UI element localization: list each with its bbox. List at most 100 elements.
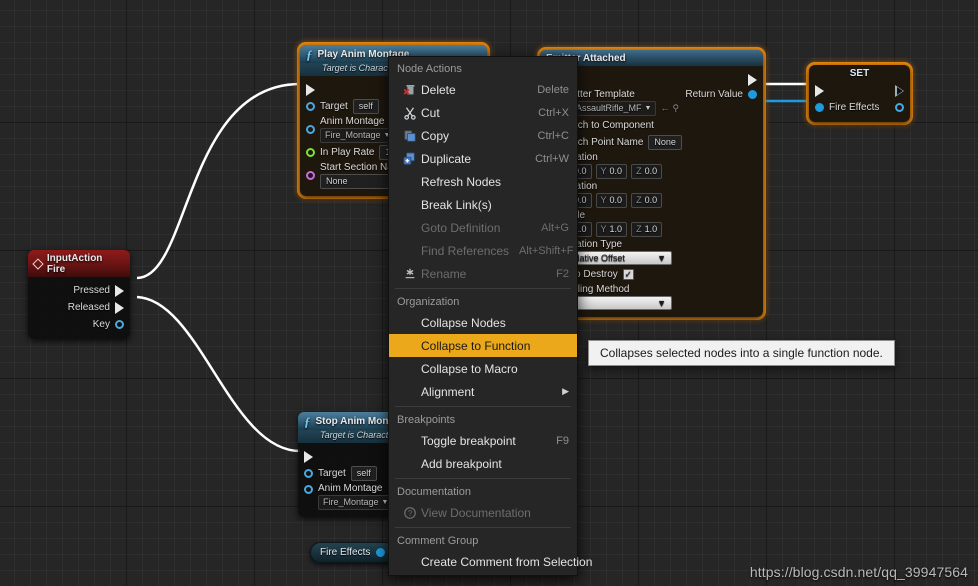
target-value[interactable]: self — [352, 99, 379, 114]
menu-item-alignment[interactable]: Alignment ▶ — [389, 380, 577, 403]
menu-item-find-references: Find References Alt+Shift+F — [389, 239, 577, 262]
menu-item-collapse-to-function[interactable]: Collapse to Function — [389, 334, 577, 357]
menu-item-label: Add breakpoint — [421, 456, 502, 471]
menu-section-heading: Comment Group — [397, 535, 479, 547]
float-pin-icon[interactable] — [306, 148, 315, 157]
pin-label: Released — [67, 302, 110, 313]
delete-icon — [403, 83, 421, 97]
menu-item-create-comment-from-selection[interactable]: Create Comment from Selection — [389, 550, 592, 573]
location-y[interactable]: Y 0.0 — [595, 164, 628, 179]
location-z[interactable]: Z 0.0 — [631, 164, 663, 179]
node-fire-effects-variable[interactable]: Fire Effects — [310, 542, 396, 563]
object-pin-icon[interactable] — [306, 102, 315, 111]
menu-item-shortcut: Ctrl+W — [535, 152, 569, 165]
menu-item-collapse-to-macro[interactable]: Collapse to Macro — [389, 357, 577, 380]
menu-item-delete[interactable]: Delete Delete — [389, 78, 577, 101]
menu-item-collapse-nodes[interactable]: Collapse Nodes — [389, 311, 577, 334]
exec-pin-in-icon[interactable] — [815, 84, 824, 97]
rotation-y[interactable]: Y 0.0 — [595, 193, 628, 208]
object-pin-icon[interactable] — [376, 548, 386, 557]
object-pin-out-icon[interactable] — [895, 103, 904, 112]
browse-icons[interactable]: ← ⚲ — [660, 103, 679, 114]
menu-item-shortcut: Alt+Shift+F — [519, 244, 574, 257]
pin-row-key[interactable]: Key — [28, 316, 130, 333]
menu-item-label: Collapse to Function — [421, 338, 531, 353]
pin-label: Target — [318, 468, 346, 479]
pin-row-pressed[interactable]: Pressed — [28, 282, 130, 299]
duplicate-icon — [403, 151, 421, 166]
menu-item-shortcut: Alt+G — [541, 221, 569, 234]
object-pin-icon[interactable] — [748, 90, 757, 99]
blueprint-graph-canvas[interactable]: InputAction Fire Pressed Released Key ƒ … — [0, 0, 978, 586]
menu-item-break-link-s[interactable]: Break Link(s) — [389, 193, 577, 216]
rename-icon — [403, 267, 421, 281]
menu-section-heading: Organization — [397, 296, 460, 308]
axis-value: 0.0 — [644, 166, 658, 176]
node-input-action-fire[interactable]: InputAction Fire Pressed Released Key — [28, 250, 130, 339]
scale-y[interactable]: Y 1.0 — [595, 222, 628, 237]
object-pin-icon[interactable] — [304, 485, 313, 494]
menu-item-label: Toggle breakpoint — [421, 433, 516, 448]
menu-item-label: Goto Definition — [421, 220, 501, 235]
menu-item-label: Duplicate — [421, 151, 472, 166]
exec-pin-out-icon[interactable] — [895, 84, 904, 97]
pin-label: Fire Effects — [829, 102, 880, 113]
menu-item-label: Collapse to Macro — [421, 361, 518, 376]
tooltip: Collapses selected nodes into a single f… — [588, 340, 895, 366]
menu-item-shortcut: F2 — [556, 267, 569, 280]
pin-row-fire-effects[interactable]: Fire Effects — [809, 99, 910, 116]
struct-pin-icon[interactable] — [115, 320, 124, 329]
axis-value: 1.0 — [644, 224, 658, 234]
node-set-fire-effects[interactable]: SET Fire Effects — [806, 62, 913, 125]
watermark: https://blog.csdn.net/qq_39947564 — [749, 564, 968, 580]
scale-z[interactable]: Z 1.0 — [631, 222, 663, 237]
menu-section-heading: Documentation — [397, 486, 471, 498]
pin-label: Pressed — [73, 285, 110, 296]
axis-label: Z — [636, 195, 642, 205]
use-selected-icon[interactable]: ← — [660, 103, 669, 114]
menu-item-label: Cut — [421, 105, 440, 120]
menu-item-label: Delete — [421, 82, 456, 97]
svg-text:?: ? — [408, 509, 413, 518]
name-pin-icon[interactable] — [306, 171, 315, 180]
axis-value: 0.0 — [609, 166, 623, 176]
anim-montage-dropdown[interactable]: Fire_Montage ▼ — [318, 495, 394, 510]
auto-destroy-checkbox[interactable]: ✓ — [622, 269, 634, 280]
exec-pin-icon[interactable] — [115, 301, 124, 314]
menu-item-copy[interactable]: Copy Ctrl+C — [389, 124, 577, 147]
function-icon: ƒ — [306, 47, 313, 62]
object-pin-icon[interactable] — [815, 103, 824, 112]
menu-item-toggle-breakpoint[interactable]: Toggle breakpoint F9 — [389, 429, 577, 452]
axis-value: 0.0 — [609, 195, 623, 205]
help-icon: ? — [403, 506, 421, 520]
exec-pin-icon[interactable] — [306, 83, 315, 96]
pin-row-released[interactable]: Released — [28, 299, 130, 316]
function-icon: ƒ — [304, 414, 311, 429]
menu-item-refresh-nodes[interactable]: Refresh Nodes — [389, 170, 577, 193]
menu-item-label: Collapse Nodes — [421, 315, 506, 330]
exec-pin-icon[interactable] — [115, 284, 124, 297]
context-menu[interactable]: Node Actions Delete Delete Cut Ctrl+X Copy Ctr… — [388, 56, 592, 576]
anim-montage-dropdown[interactable]: Fire_Montage ▼ — [320, 128, 396, 143]
menu-item-label: Rename — [421, 266, 467, 281]
rotation-z[interactable]: Z 0.0 — [631, 193, 663, 208]
exec-pin-out-icon[interactable] — [748, 73, 757, 86]
attach-point-name-value[interactable]: None — [648, 135, 682, 150]
object-pin-icon[interactable] — [304, 469, 313, 478]
target-value[interactable]: self — [350, 466, 377, 481]
anim-montage-value: Fire_Montage — [325, 130, 381, 140]
object-pin-icon[interactable] — [306, 125, 315, 134]
menu-item-label: Break Link(s) — [421, 197, 492, 212]
menu-item-label: Refresh Nodes — [421, 174, 502, 189]
exec-pin-in-icon[interactable] — [304, 450, 313, 463]
menu-item-add-breakpoint[interactable]: Add breakpoint — [389, 452, 577, 475]
menu-item-duplicate[interactable]: Duplicate Ctrl+W — [389, 147, 577, 170]
variable-label: Fire Effects — [320, 547, 371, 558]
menu-item-cut[interactable]: Cut Ctrl+X — [389, 101, 577, 124]
menu-separator — [395, 406, 571, 407]
return-value-label: Return Value — [685, 89, 743, 100]
pin-row-exec[interactable] — [809, 82, 910, 99]
browse-icon[interactable]: ⚲ — [672, 103, 679, 114]
pin-label: Target — [320, 101, 348, 112]
menu-item-label: View Documentation — [421, 505, 531, 520]
